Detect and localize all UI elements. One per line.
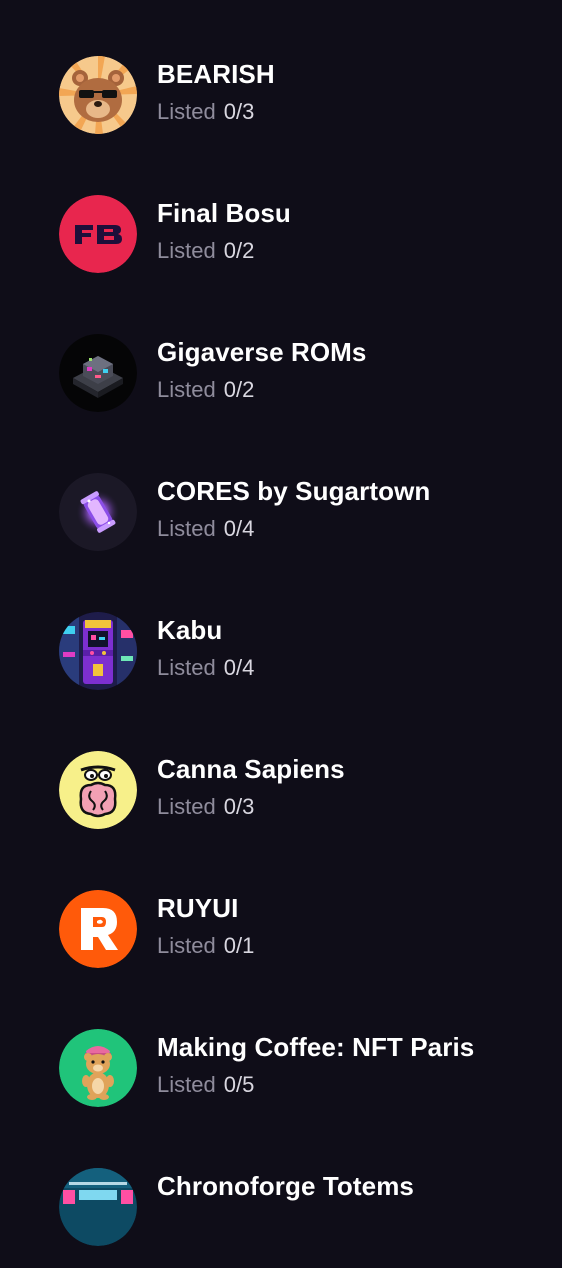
collection-name: BEARISH [157, 59, 275, 89]
bear-sunglasses-icon [59, 56, 137, 134]
listed-count: 0/3 [223, 99, 255, 124]
listed-status: Listed 0/3 [157, 99, 254, 125]
listed-label: Listed [157, 99, 216, 124]
listed-label: Listed [157, 516, 216, 541]
brain-character-icon [59, 751, 137, 829]
listed-status: Listed 0/2 [157, 377, 254, 403]
collection-item-making-coffee-nft-paris[interactable]: Making Coffee: NFT Paris Listed 0/5 [0, 1029, 562, 1129]
listed-count: 0/4 [223, 516, 255, 541]
teddy-bear-icon [59, 1029, 137, 1107]
listed-count: 0/4 [223, 655, 255, 680]
listed-status: Listed 0/1 [157, 933, 254, 959]
collection-item-chronoforge-totems[interactable]: Chronoforge Totems [0, 1168, 562, 1268]
chronoforge-logo-icon [59, 1168, 137, 1246]
glowing-core-icon [59, 473, 137, 551]
listed-status [157, 1211, 165, 1237]
listed-count: 0/5 [223, 1072, 255, 1097]
listed-label: Listed [157, 794, 216, 819]
listed-label: Listed [157, 933, 216, 958]
listed-status: Listed 0/4 [157, 516, 254, 542]
collection-item-gigaverse-roms[interactable]: Gigaverse ROMs Listed 0/2 [0, 334, 562, 434]
collection-item-final-bosu[interactable]: Final Bosu Listed 0/2 [0, 195, 562, 295]
collection-item-cores-by-sugartown[interactable]: CORES by Sugartown Listed 0/4 [0, 473, 562, 573]
collection-name: Kabu [157, 615, 223, 645]
collection-item-canna-sapiens[interactable]: Canna Sapiens Listed 0/3 [0, 751, 562, 851]
collection-name: Gigaverse ROMs [157, 337, 367, 367]
collection-name: Final Bosu [157, 198, 291, 228]
collection-name: Making Coffee: NFT Paris [157, 1032, 475, 1062]
listed-status: Listed 0/4 [157, 655, 254, 681]
listed-status: Listed 0/3 [157, 794, 254, 820]
fb-logo-icon [59, 195, 137, 273]
arcade-machine-icon [59, 612, 137, 690]
listed-label: Listed [157, 1072, 216, 1097]
collection-name: Canna Sapiens [157, 754, 345, 784]
listed-count: 0/2 [223, 377, 255, 402]
collection-name: CORES by Sugartown [157, 476, 431, 506]
collection-item-kabu[interactable]: Kabu Listed 0/4 [0, 612, 562, 712]
collection-item-ruyui[interactable]: RUYUI Listed 0/1 [0, 890, 562, 990]
listed-count: 0/3 [223, 794, 255, 819]
listed-label: Listed [157, 655, 216, 680]
collection-name: RUYUI [157, 893, 239, 923]
collection-item-bearish[interactable]: BEARISH Listed 0/3 [0, 56, 562, 156]
listed-status: Listed 0/5 [157, 1072, 254, 1098]
listed-label: Listed [157, 377, 216, 402]
listed-status: Listed 0/2 [157, 238, 254, 264]
listed-count: 0/1 [223, 933, 255, 958]
ruyui-r-logo-icon [59, 890, 137, 968]
listed-label: Listed [157, 238, 216, 263]
collection-name: Chronoforge Totems [157, 1171, 414, 1201]
listed-count: 0/2 [223, 238, 255, 263]
rom-cartridge-icon [59, 334, 137, 412]
